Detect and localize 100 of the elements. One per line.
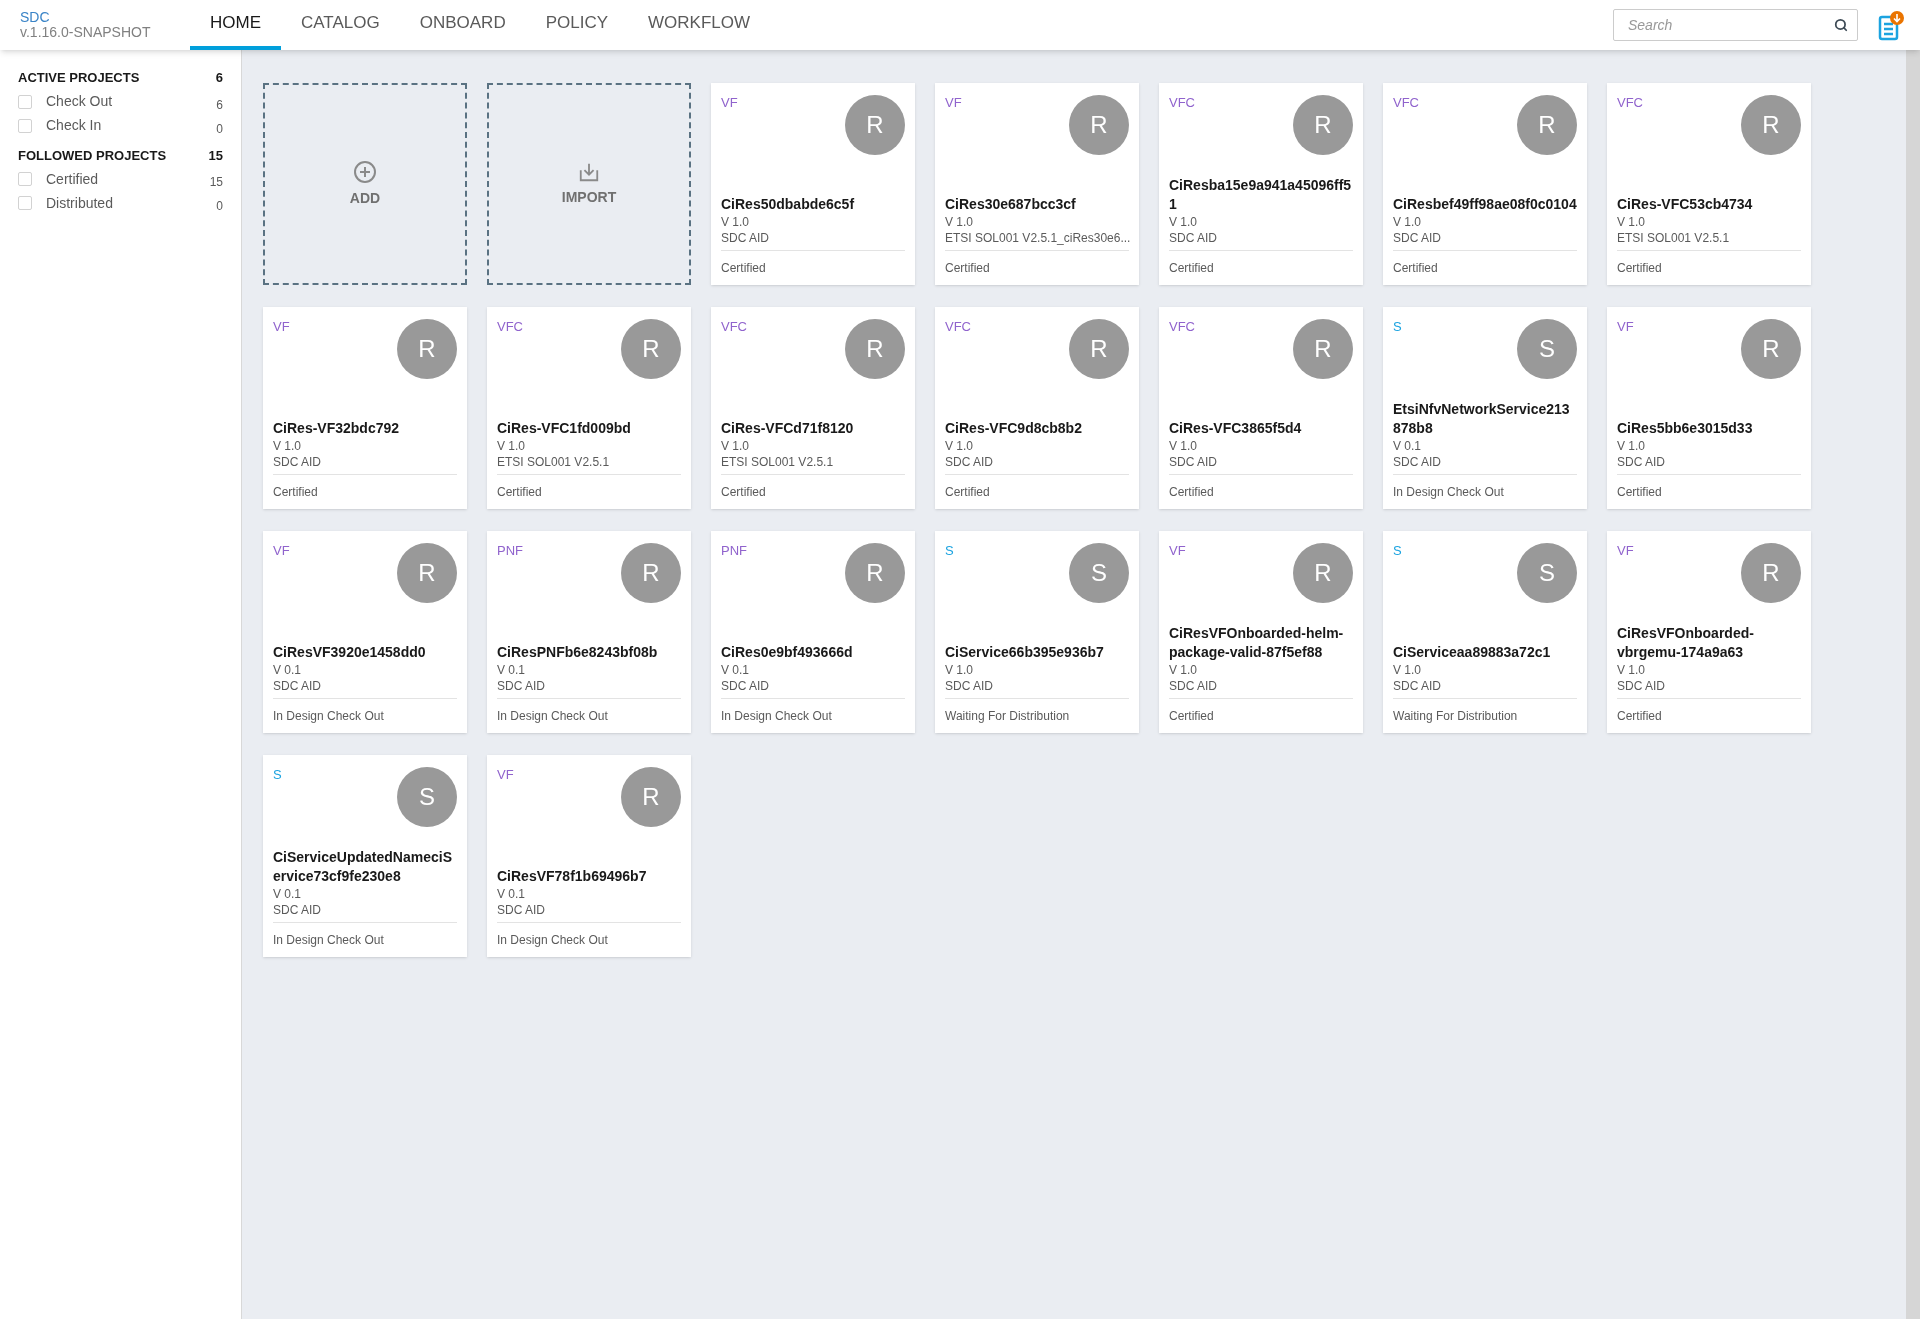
asset-card[interactable]: VF R CiResVF3920e1458dd0 V 0.1 SDC AID In Design Check Out [263, 531, 467, 733]
type-label: S [1393, 318, 1402, 336]
filter-label[interactable]: Check In [46, 115, 217, 136]
version-text: V 1.0 [1169, 438, 1199, 454]
description-text: SDC AID [1169, 230, 1353, 251]
logo-text[interactable]: SDC [20, 10, 190, 25]
add-tile[interactable]: ADD [263, 83, 467, 285]
description-text: ETSI SOL001 V2.5.1 [1617, 230, 1801, 251]
nav-tab[interactable]: WORKFLOW [628, 0, 771, 50]
asset-card[interactable]: PNF R CiRes0e9bf493666d V 0.1 SDC AID In Design Check Out [711, 531, 915, 733]
status-text: In Design Check Out [273, 708, 385, 725]
status-text: Certified [1169, 708, 1215, 725]
type-label: VF [721, 94, 738, 112]
asset-card[interactable]: VFC R CiRes-VFC53cb4734 V 1.0 ETSI SOL001 V2.5.1 Certified [1607, 83, 1811, 285]
asset-card[interactable]: VFC R CiRes-VFC9d8cb8b2 V 1.0 SDC AID Certified [935, 307, 1139, 509]
description-text: SDC AID [945, 454, 1129, 475]
filter-label[interactable]: Check Out [46, 91, 217, 112]
version-text: V 1.0 [945, 662, 975, 678]
status-text: Certified [721, 484, 767, 501]
asset-card[interactable]: VFC R CiRes-VFC1fd009bd V 1.0 ETSI SOL001 V2.5.1 Certified [487, 307, 691, 509]
asset-card[interactable]: S S CiServiceUpdatedNameciService73cf9fe230e8 V 0.1 SDC AID In Design Check Out [263, 755, 467, 957]
status-text: Certified [1617, 260, 1663, 277]
asset-card[interactable]: VFC R CiResbef49ff98ae08f0c0104 V 1.0 SDC AID Certified [1383, 83, 1587, 285]
nav-tab[interactable]: ONBOARD [399, 0, 526, 50]
asset-card[interactable]: VF R CiRes30e687bcc3cf V 1.0 ETSI SOL001 V2.5.1_ciRes30e6... Certified [935, 83, 1139, 285]
card-title: CiServiceaa89883a72c1 [1393, 643, 1552, 662]
asset-card[interactable]: VFC R CiRes-VFC3865f5d4 V 1.0 SDC AID Certified [1159, 307, 1363, 509]
card-title: CiServiceUpdatedNameciService73cf9fe230e8 [273, 848, 453, 886]
type-label: VFC [1169, 318, 1195, 336]
search-icon[interactable] [1834, 18, 1848, 32]
status-text: In Design Check Out [721, 708, 833, 725]
checkbox[interactable] [18, 172, 32, 186]
version-text: V 1.0 [1617, 662, 1647, 678]
asset-card[interactable]: VF R CiRes-VF32bdc792 V 1.0 SDC AID Certified [263, 307, 467, 509]
description-text: SDC AID [497, 902, 681, 923]
description-text: ETSI SOL001 V2.5.1_ciRes30e6... [945, 230, 1129, 251]
import-tile[interactable]: IMPORT [487, 83, 691, 285]
card-title: CiRes-VFC53cb4734 [1617, 195, 1754, 214]
card-title: EtsiNfvNetworkService213878b8 [1393, 400, 1571, 438]
card-title: CiRes-VFC9d8cb8b2 [945, 419, 1083, 438]
asset-card[interactable]: S S CiService66b395e936b7 V 1.0 SDC AID Waiting For Distribution [935, 531, 1139, 733]
status-text: Certified [1169, 484, 1215, 501]
asset-card[interactable]: S S CiServiceaa89883a72c1 V 1.0 SDC AID Waiting For Distribution [1383, 531, 1587, 733]
version-text: V 1.0 [1617, 214, 1647, 230]
card-title: CiRes50dbabde6c5f [721, 195, 856, 214]
description-text: SDC AID [945, 678, 1129, 699]
checkbox[interactable] [18, 118, 32, 133]
version-text: V 1.0 [1393, 214, 1423, 230]
version-text: V 1.0 [945, 214, 975, 230]
checkbox[interactable] [18, 94, 32, 109]
asset-card[interactable]: VF R CiRes5bb6e3015d33 V 1.0 SDC AID Certified [1607, 307, 1811, 509]
asset-card[interactable]: VFC R CiResba15e9a941a45096ff51 V 1.0 SDC AID Certified [1159, 83, 1363, 285]
card-title: CiRes-VF32bdc792 [273, 419, 401, 438]
card-title: CiResbef49ff98ae08f0c0104 [1393, 195, 1577, 214]
filter-label[interactable]: Distributed [46, 192, 217, 214]
type-label: PNF [721, 542, 747, 560]
asset-card[interactable]: VF R CiResVFOnboarded-helm-package-valid-87f5ef88 V 1.0 SDC AID Certified [1159, 531, 1363, 733]
type-label: VF [273, 318, 290, 336]
filter-count: 6 [216, 96, 223, 114]
asset-card[interactable]: VFC R CiRes-VFCd71f8120 V 1.0 ETSI SOL001 V2.5.1 Certified [711, 307, 915, 509]
filter-label[interactable]: Certified [46, 168, 210, 190]
asset-card[interactable]: PNF R CiResPNFb6e8243bf08b V 0.1 SDC AID In Design Check Out [487, 531, 691, 733]
description-text: SDC AID [1169, 454, 1353, 475]
asset-card[interactable]: VF R CiResVFOnboarded-vbrgemu-174a9a63 V 1.0 SDC AID Certified [1607, 531, 1811, 733]
search-field[interactable]: Search [1613, 9, 1858, 41]
asset-card[interactable]: VF R CiRes50dbabde6c5f V 1.0 SDC AID Certified [711, 83, 915, 285]
asset-card[interactable]: VF R CiResVF78f1b69496b7 V 0.1 SDC AID In Design Check Out [487, 755, 691, 957]
asset-card[interactable]: S S EtsiNfvNetworkService213878b8 V 0.1 SDC AID In Design Check Out [1383, 307, 1587, 509]
status-text: In Design Check Out [273, 932, 385, 949]
type-label: VF [273, 542, 290, 560]
type-label: VF [497, 766, 514, 784]
version-text: V 0.1 [273, 662, 303, 678]
description-text: SDC AID [1169, 678, 1353, 699]
nav-tab[interactable]: POLICY [525, 0, 629, 50]
document-download-icon[interactable] [1878, 11, 1904, 41]
type-label: S [273, 766, 282, 784]
filter-count: 15 [209, 174, 223, 191]
description-text: ETSI SOL001 V2.5.1 [497, 454, 681, 475]
status-text: Certified [1169, 260, 1215, 277]
card-title: CiResVF78f1b69496b7 [497, 867, 648, 886]
scrollbar[interactable] [1906, 50, 1920, 1319]
description-text: SDC AID [1617, 454, 1801, 475]
group-title: FOLLOWED PROJECTS [18, 146, 167, 165]
group-title: ACTIVE PROJECTS [18, 69, 140, 87]
version-text: V 1.0 [945, 438, 975, 454]
plus-circle-icon [353, 159, 377, 184]
type-label: VFC [1617, 94, 1643, 112]
status-text: Certified [1617, 484, 1663, 501]
type-label: PNF [497, 542, 523, 560]
nav-tab[interactable]: CATALOG [281, 0, 400, 50]
status-text: Certified [1617, 708, 1663, 725]
type-label: VFC [1169, 94, 1195, 112]
version-label: v.1.16.0-SNAPSHOT [20, 25, 152, 40]
card-title: CiRes5bb6e3015d33 [1617, 419, 1754, 438]
description-text: SDC AID [721, 678, 905, 699]
card-title: CiRes-VFC1fd009bd [497, 419, 632, 438]
checkbox[interactable] [18, 196, 32, 210]
type-label: VFC [945, 318, 971, 336]
filter-count: 0 [216, 120, 223, 138]
type-label: VFC [497, 318, 523, 336]
